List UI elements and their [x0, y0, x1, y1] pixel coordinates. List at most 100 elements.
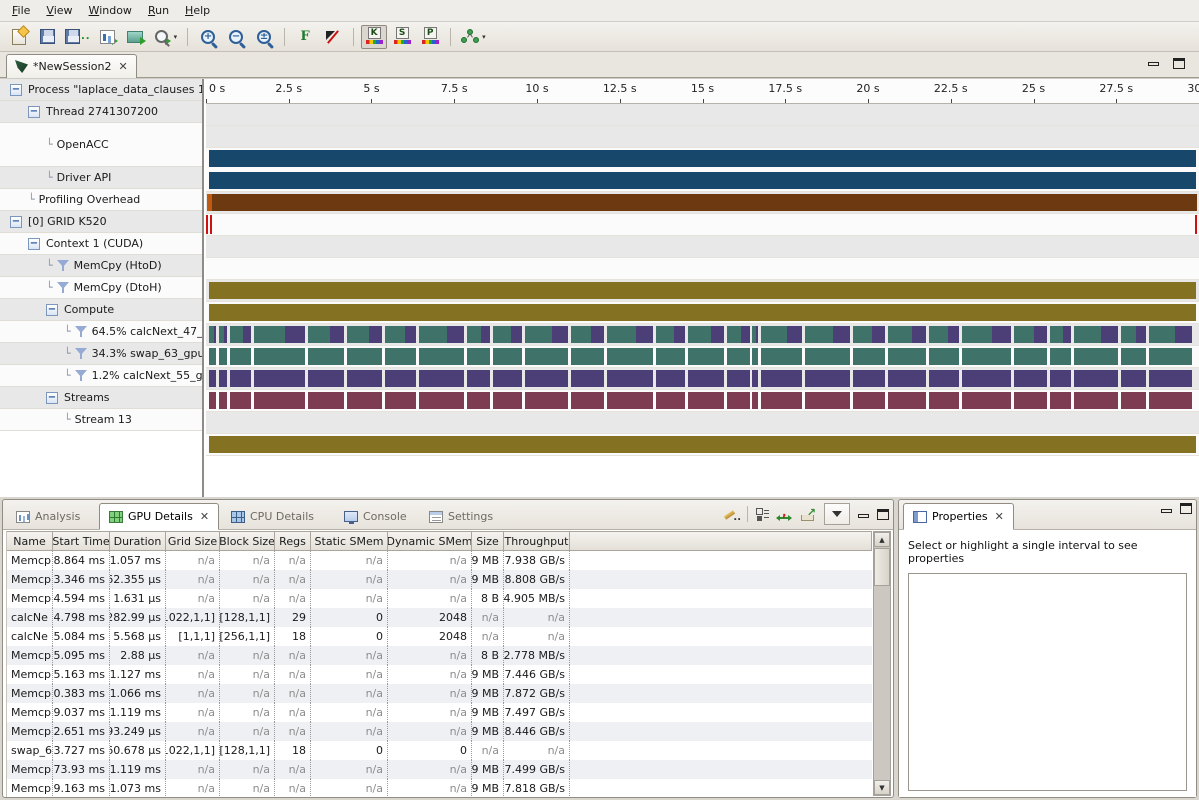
dropdown-caret-icon[interactable]: ▾ — [482, 33, 486, 41]
tab-gpu-details[interactable]: GPU Details✕ — [99, 503, 219, 530]
timeline-row-stream-13[interactable] — [206, 434, 1199, 456]
color-processes-button[interactable]: P — [417, 25, 443, 49]
timeline-row-context-1-cuda[interactable] — [206, 258, 1199, 280]
minimize-icon[interactable] — [1161, 509, 1172, 513]
column-header-throughput[interactable]: Throughput — [504, 532, 570, 550]
table-row[interactable]: Memcp179.163 ms1.073 msn/an/an/an/an/a9 … — [7, 779, 872, 797]
table-row[interactable]: Memcp172.651 ms93.249 µsn/an/an/an/an/a9… — [7, 722, 872, 741]
table-scrollbar[interactable]: ▲ ▼ — [873, 531, 891, 796]
filter-funnel-icon[interactable] — [75, 326, 87, 337]
add-marker-button[interactable]: F — [292, 25, 318, 49]
tree-row-64-5-calcnext-47[interactable]: └64.5% calcNext_47_... — [0, 321, 202, 343]
tree-row-0-grid-k520[interactable]: −[0] GRID K520 — [0, 211, 202, 233]
maximize-icon[interactable] — [1173, 58, 1185, 69]
timeline-row-thread-2741307200[interactable] — [206, 126, 1199, 148]
focus-timeline-icon[interactable]: , — [777, 508, 793, 521]
column-header-start-time[interactable]: Start Time — [53, 532, 110, 550]
timeline-row-openacc[interactable] — [206, 148, 1199, 192]
timeline-row-34-3-swap-63-gpu[interactable] — [206, 368, 1199, 390]
tree-row-driver-api[interactable]: └Driver API — [0, 167, 202, 189]
tree-row-memcpy-htod[interactable]: └MemCpy (HtoD) — [0, 255, 202, 277]
tree-row-1-2-calcnext-55-g[interactable]: └1.2% calcNext_55_g... — [0, 365, 202, 387]
timeline-row-64-5-calcnext-47[interactable] — [206, 346, 1199, 368]
export-icon[interactable]: ↗ — [801, 508, 816, 521]
filter-funnel-icon[interactable] — [75, 370, 87, 381]
tree-row-34-3-swap-63-gpu[interactable]: └34.3% swap_63_gpu — [0, 343, 202, 365]
table-row[interactable]: swap_6173.727 ms60.678 µs[1022,1,1][128,… — [7, 741, 872, 760]
zoom-out-button[interactable]: − — [223, 25, 249, 49]
zoom-in-button[interactable]: + — [195, 25, 221, 49]
tree-row-memcpy-dtoh[interactable]: └MemCpy (DtoH) — [0, 277, 202, 299]
table-row[interactable]: Memcp153.346 ms62.355 µsn/an/an/an/an/a9… — [7, 570, 872, 589]
column-header-size[interactable]: Size — [472, 532, 504, 550]
reset-marker-button[interactable] — [320, 25, 346, 49]
run-analysis-button[interactable]: ▾ — [152, 25, 181, 49]
timeline-row-streams[interactable] — [206, 412, 1199, 434]
close-icon[interactable]: ✕ — [995, 510, 1004, 523]
close-icon[interactable]: ✕ — [200, 510, 209, 523]
collapse-toggle-icon[interactable]: − — [46, 304, 58, 316]
menu-file[interactable]: File — [4, 1, 38, 20]
column-header-static-smem[interactable]: Static SMem — [311, 532, 388, 550]
timeline-row-memcpy-dtoh[interactable] — [206, 302, 1199, 324]
timeline-row-memcpy-htod[interactable] — [206, 280, 1199, 302]
group-view-icon[interactable] — [756, 508, 769, 521]
scroll-thumb[interactable] — [874, 548, 890, 586]
generate-report-button[interactable] — [96, 25, 122, 49]
save-all-button[interactable]: .. — [62, 25, 94, 49]
column-header-name[interactable]: Name — [7, 532, 53, 550]
collapse-toggle-icon[interactable]: − — [28, 106, 40, 118]
column-header-block-size[interactable]: Block Size — [220, 532, 275, 550]
collapse-toggle-icon[interactable]: − — [10, 216, 22, 228]
new-segment-button[interactable] — [124, 25, 150, 49]
column-header-duration[interactable]: Duration — [110, 532, 166, 550]
collapse-toggle-icon[interactable]: − — [10, 84, 22, 96]
view-menu-button[interactable] — [824, 503, 850, 525]
minimize-icon[interactable] — [1148, 62, 1159, 66]
table-row[interactable]: Memcp155.163 ms1.127 msn/an/an/an/an/a9 … — [7, 665, 872, 684]
dropdown-caret-icon[interactable]: ▾ — [174, 33, 178, 41]
tree-row-openacc[interactable]: └OpenACC — [0, 123, 202, 167]
table-row[interactable]: Memcp173.93 ms1.119 msn/an/an/an/an/a9 M… — [7, 760, 872, 779]
column-header-dynamic-smem[interactable]: Dynamic SMem — [388, 532, 472, 550]
maximize-icon[interactable] — [877, 509, 889, 520]
edit-filter-icon[interactable]: .. — [723, 507, 739, 521]
tree-row-stream-13[interactable]: └Stream 13 — [0, 409, 202, 431]
minimize-icon[interactable] — [858, 514, 869, 518]
table-row[interactable]: Memcp169.037 ms1.119 msn/an/an/an/an/a9 … — [7, 703, 872, 722]
table-row[interactable]: calcNe155.084 ms5.568 µs[1,1,1][256,1,1]… — [7, 627, 872, 646]
new-session-button[interactable] — [6, 25, 32, 49]
table-row[interactable]: Memcp160.383 ms1.066 msn/an/an/an/an/a9 … — [7, 684, 872, 703]
zoom-fit-button[interactable]: ± — [251, 25, 277, 49]
maximize-icon[interactable] — [1180, 503, 1192, 514]
column-header-grid-size[interactable]: Grid Size — [166, 532, 220, 550]
timeline-row-compute[interactable] — [206, 324, 1199, 346]
filter-funnel-icon[interactable] — [75, 348, 87, 359]
filter-funnel-icon[interactable] — [57, 282, 69, 293]
menu-help[interactable]: Help — [177, 1, 218, 20]
column-header-regs[interactable]: Regs — [275, 532, 311, 550]
filter-funnel-icon[interactable] — [57, 260, 69, 271]
timeline-row-process-laplace-data-clauses-10[interactable] — [206, 104, 1199, 126]
tab-console[interactable]: Console — [335, 503, 416, 530]
tree-row-streams[interactable]: −Streams — [0, 387, 202, 409]
tree-row-process-laplace-data-clauses-10[interactable]: −Process "laplace_data_clauses 10... — [0, 79, 202, 101]
menu-run[interactable]: Run — [140, 1, 177, 20]
color-kernels-button[interactable]: K — [361, 25, 387, 49]
close-icon[interactable]: ✕ — [118, 60, 127, 73]
table-row[interactable]: Memcp154.594 ms1.631 µsn/an/an/an/an/a8 … — [7, 589, 872, 608]
scroll-up-icon[interactable]: ▲ — [874, 532, 890, 547]
collapse-toggle-icon[interactable]: − — [28, 238, 40, 250]
tree-row-profiling-overhead[interactable]: └Profiling Overhead — [0, 189, 202, 211]
collapse-toggle-icon[interactable]: − — [46, 392, 58, 404]
tab-settings[interactable]: Settings — [420, 503, 502, 530]
save-button[interactable] — [34, 25, 60, 49]
timeline-row-1-2-calcnext-55-g[interactable] — [206, 390, 1199, 412]
table-row[interactable]: calcNe154.798 ms282.99 µs[1022,1,1][128,… — [7, 608, 872, 627]
tab-properties[interactable]: Properties ✕ — [903, 503, 1014, 530]
timeline-row-0-grid-k520[interactable] — [206, 236, 1199, 258]
tab-analysis[interactable]: Analysis — [7, 503, 89, 530]
tree-row-compute[interactable]: −Compute — [0, 299, 202, 321]
scroll-down-icon[interactable]: ▼ — [874, 780, 890, 795]
table-row[interactable]: Memcp148.864 ms1.057 msn/an/an/an/an/a9 … — [7, 551, 872, 570]
